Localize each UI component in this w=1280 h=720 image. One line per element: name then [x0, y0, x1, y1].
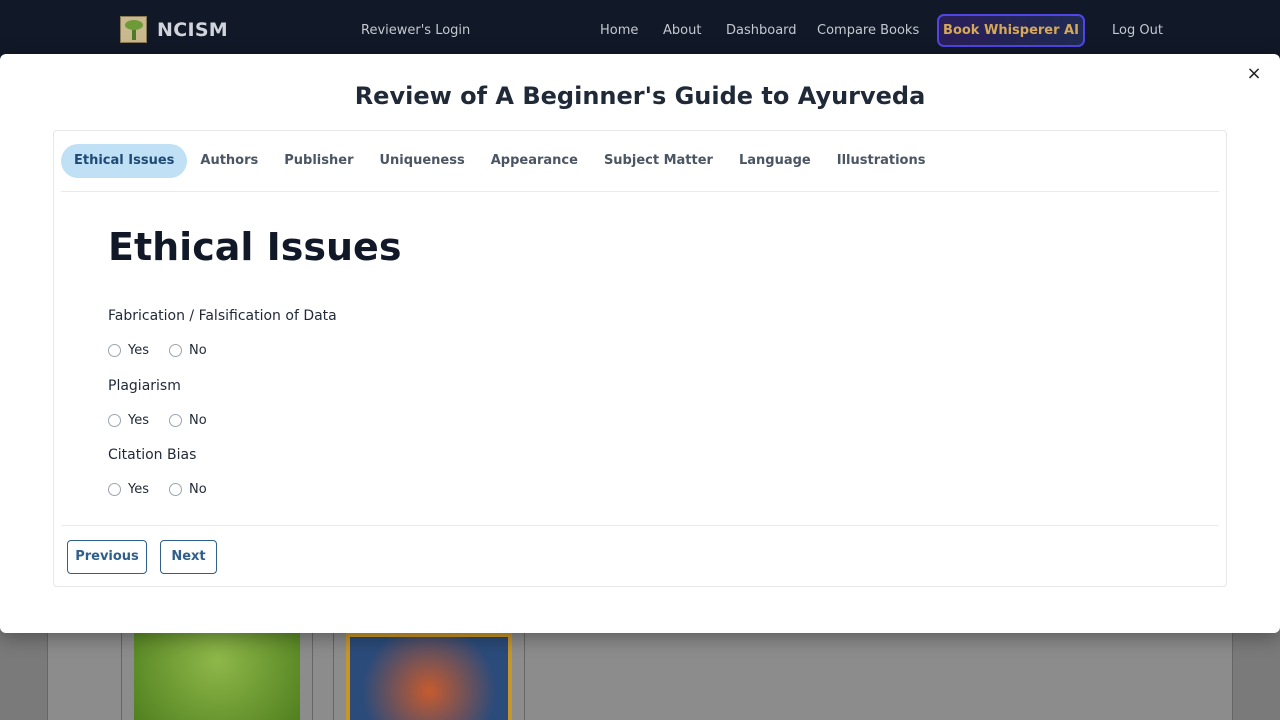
ncism-logo: [120, 16, 147, 43]
radio-option-no[interactable]: No: [169, 482, 207, 497]
review-modal: × Review of A Beginner's Guide to Ayurve…: [0, 54, 1280, 633]
question-label: Citation Bias: [108, 447, 197, 463]
radio-group: Yes No: [108, 343, 227, 358]
brand[interactable]: NCISM: [120, 16, 228, 43]
modal-title: Review of A Beginner's Guide to Ayurveda: [354, 82, 926, 110]
previous-button[interactable]: Previous: [67, 540, 147, 574]
book-cover-image[interactable]: [134, 633, 300, 720]
nav-reviewer-login[interactable]: Reviewer's Login: [361, 23, 470, 38]
nav-home[interactable]: Home: [600, 23, 638, 38]
radio-circle[interactable]: [169, 414, 182, 427]
nav-compare-books[interactable]: Compare Books: [817, 23, 919, 38]
radio-label: No: [189, 343, 207, 358]
review-tabs: Ethical Issues Authors Publisher Uniquen…: [61, 144, 938, 178]
next-button[interactable]: Next: [160, 540, 217, 574]
top-navbar: NCISM Reviewer's Login Home About Dashbo…: [0, 0, 1280, 62]
question-label: Plagiarism: [108, 378, 181, 394]
review-panel: Ethical Issues Authors Publisher Uniquen…: [53, 130, 1227, 587]
tab-uniqueness[interactable]: Uniqueness: [367, 144, 478, 178]
brand-name: NCISM: [157, 18, 229, 41]
radio-group: Yes No: [108, 482, 227, 497]
tab-publisher[interactable]: Publisher: [271, 144, 366, 178]
radio-circle[interactable]: [108, 414, 121, 427]
nav-dashboard[interactable]: Dashboard: [726, 23, 797, 38]
radio-circle[interactable]: [169, 483, 182, 496]
tab-subject-matter[interactable]: Subject Matter: [591, 144, 726, 178]
tab-language[interactable]: Language: [726, 144, 824, 178]
book-cover-art: [350, 637, 508, 720]
radio-circle[interactable]: [169, 344, 182, 357]
radio-label: Yes: [128, 482, 149, 497]
tab-ethical-issues[interactable]: Ethical Issues: [61, 144, 188, 178]
radio-option-yes[interactable]: Yes: [108, 413, 149, 428]
close-icon[interactable]: ×: [1244, 64, 1264, 84]
radio-option-no[interactable]: No: [169, 413, 207, 428]
radio-label: No: [189, 482, 207, 497]
book-cover-image[interactable]: [346, 633, 512, 720]
radio-circle[interactable]: [108, 483, 121, 496]
nav-about[interactable]: About: [663, 23, 701, 38]
section-title: Ethical Issues: [108, 225, 402, 269]
radio-label: Yes: [128, 343, 149, 358]
radio-label: No: [189, 413, 207, 428]
divider: [61, 191, 1219, 192]
tab-illustrations[interactable]: Illustrations: [824, 144, 939, 178]
radio-option-no[interactable]: No: [169, 343, 207, 358]
nav-logout[interactable]: Log Out: [1112, 23, 1163, 38]
radio-circle[interactable]: [108, 344, 121, 357]
radio-group: Yes No: [108, 413, 227, 428]
book-whisperer-ai-button[interactable]: Book Whisperer AI: [937, 14, 1085, 47]
divider: [61, 525, 1219, 526]
radio-option-yes[interactable]: Yes: [108, 482, 149, 497]
tab-authors[interactable]: Authors: [187, 144, 271, 178]
radio-option-yes[interactable]: Yes: [108, 343, 149, 358]
tab-appearance[interactable]: Appearance: [478, 144, 591, 178]
radio-label: Yes: [128, 413, 149, 428]
question-label: Fabrication / Falsification of Data: [108, 308, 337, 324]
